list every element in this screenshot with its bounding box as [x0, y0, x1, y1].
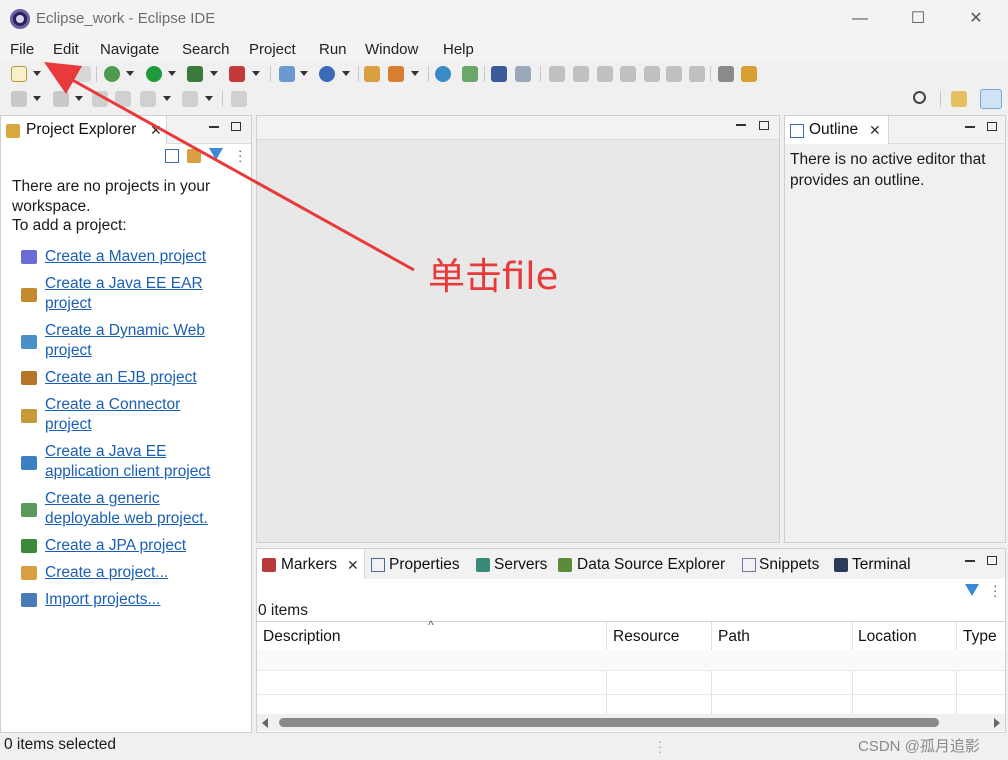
arrow-line [57, 70, 415, 272]
annotation-label: 单击file [428, 255, 559, 298]
annotation-arrow [44, 62, 415, 272]
arrow-head-icon [44, 62, 82, 94]
